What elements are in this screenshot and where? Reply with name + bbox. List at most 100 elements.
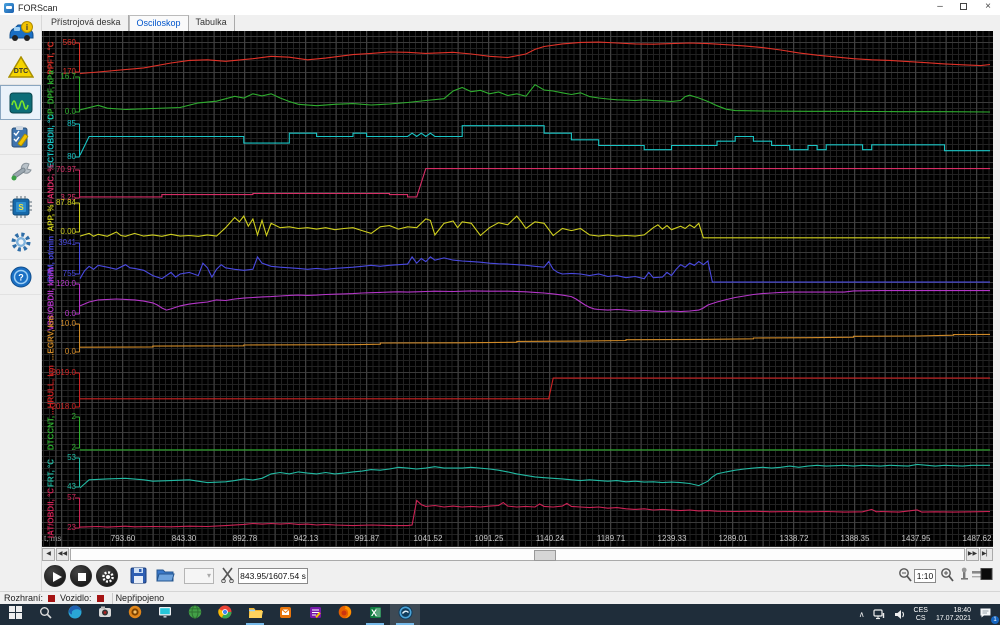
open-button[interactable] [156, 567, 175, 588]
interface-label: Rozhraní: [4, 593, 43, 603]
channel-min-value: 0.0 [42, 347, 76, 356]
configuration-icon: S [9, 196, 33, 218]
sidebar-button-help[interactable]: ? [0, 260, 41, 295]
taskbar-firefox-button[interactable] [330, 604, 360, 625]
interface-status-icon [48, 595, 55, 602]
zoom-in-button[interactable] [940, 567, 954, 587]
search-icon [39, 606, 52, 624]
oscilloscope-traces [42, 31, 993, 547]
taskbar-explorer-button[interactable] [240, 604, 270, 625]
channel-min-value: 2018.0 [42, 402, 76, 411]
sidebar-button-dtc[interactable]: DTC [0, 50, 41, 85]
x-axis-tick: 991.87 [355, 534, 379, 543]
tab-dashboard[interactable]: Přístrojová deska [44, 15, 129, 31]
taskbar-gauge-app-button[interactable] [120, 604, 150, 625]
stop-button[interactable] [70, 565, 92, 587]
network-icon[interactable] [869, 604, 890, 625]
scroll-left-icon[interactable]: ◀ [42, 548, 55, 561]
channel-min-value: 23 [42, 523, 76, 532]
service-icon [9, 161, 33, 183]
svg-text:S: S [18, 203, 24, 212]
taskbar-excel-button[interactable]: X [360, 604, 390, 625]
channel-max-value: 70.97 [42, 165, 76, 174]
pin-button[interactable] [958, 567, 970, 587]
scroll-right-icon[interactable]: ▶▏ [980, 548, 993, 561]
time-scrollbar: ◀ ◀◀ ▶▶ ▶▏ [42, 548, 993, 562]
channel-max-value: 560 [42, 38, 76, 47]
tab-table[interactable]: Tabulka [189, 15, 235, 31]
titlebar: FORScan – × [0, 0, 1000, 15]
notification-button[interactable]: 1 [975, 604, 996, 625]
play-button[interactable] [44, 565, 66, 587]
status-bar: Rozhraní: Vozidlo: Nepřipojeno [0, 591, 1000, 604]
scrollbar-thumb[interactable] [534, 550, 556, 561]
x-axis-tick: 1388.35 [841, 534, 870, 543]
taskbar-search-button[interactable] [30, 604, 60, 625]
zoom-out-button[interactable] [898, 567, 912, 587]
trim-button[interactable] [220, 567, 235, 588]
tab-oscilloscope[interactable]: Osciloskop [129, 15, 189, 31]
taskbar-globe-app-button[interactable] [180, 604, 210, 625]
display-app-icon [158, 605, 172, 624]
tests-icon [9, 126, 33, 148]
taskbar: X ∧ CES CS 18:40 17.07.2021 1 [0, 604, 1000, 625]
x-axis-tick: 942.13 [294, 534, 318, 543]
scroll-right-fast-icon[interactable]: ▶▶ [966, 548, 979, 561]
channel-min-value: 2 [42, 443, 76, 452]
speaker-icon[interactable] [890, 604, 910, 625]
sidebar-button-settings[interactable] [0, 225, 41, 260]
taskbar-notes-app-button[interactable] [300, 604, 330, 625]
sidebar: iDTC S? [0, 15, 42, 591]
channel-max-value: 57 [42, 493, 76, 502]
camera-app-icon [98, 605, 112, 624]
excel-icon: X [369, 606, 382, 624]
svg-text:?: ? [18, 273, 24, 283]
scrollbar-track[interactable] [70, 548, 965, 561]
minimize-button[interactable]: – [928, 0, 952, 15]
window-title: FORScan [18, 3, 58, 13]
notification-icon [979, 606, 992, 624]
channel-max-value: 16.7 [42, 72, 76, 81]
zoom-ratio-field[interactable]: 1:10 [914, 569, 936, 583]
close-button[interactable]: × [976, 0, 1000, 15]
format-select[interactable] [184, 568, 214, 584]
save-button[interactable] [130, 567, 147, 589]
x-axis-tick: 1140.24 [536, 534, 564, 543]
sidebar-button-configuration[interactable]: S [0, 190, 41, 225]
background-color-button[interactable] [980, 567, 993, 586]
x-axis-tick: 1289.01 [719, 534, 748, 543]
taskbar-chrome-button[interactable] [210, 604, 240, 625]
settings-icon [9, 231, 33, 253]
maximize-button[interactable] [952, 0, 976, 15]
sidebar-button-tests[interactable] [0, 120, 41, 155]
language-indicator[interactable]: CES CS [910, 604, 932, 625]
edge-icon [68, 605, 82, 624]
time-position-field[interactable]: 843.95/1607.54 s [238, 568, 308, 584]
taskbar-office-button[interactable] [270, 604, 300, 625]
x-axis-tick: 1239.33 [658, 534, 687, 543]
channel-min-value: 80 [42, 152, 76, 161]
oscilloscope[interactable]: t, ms PPFT, °C560170DP_DPF, kPa16.70.0EC… [42, 31, 993, 547]
tray-chevron-icon[interactable]: ∧ [855, 604, 869, 625]
record-settings-button[interactable] [96, 565, 118, 587]
channel-max-value: 85 [42, 119, 76, 128]
taskbar-display-app-button[interactable] [150, 604, 180, 625]
clock[interactable]: 18:40 17.07.2021 [932, 604, 975, 625]
scroll-left-fast-icon[interactable]: ◀◀ [56, 548, 69, 561]
taskbar-start-button[interactable] [0, 604, 30, 625]
channel-max-value: 2019.0 [42, 368, 76, 377]
office-icon [279, 606, 292, 624]
taskbar-forscan-button[interactable] [390, 604, 420, 625]
taskbar-camera-app-button[interactable] [90, 604, 120, 625]
taskbar-edge-button[interactable] [60, 604, 90, 625]
connection-status: Nepřipojeno [116, 593, 165, 603]
sidebar-button-vehicle-info[interactable]: i [0, 15, 41, 50]
x-axis-tick: 1437.95 [902, 534, 931, 543]
notes-app-icon [309, 606, 322, 624]
channel-min-value: 0.00 [42, 227, 76, 236]
x-axis-tick: 1189.71 [597, 534, 625, 543]
status-divider [112, 593, 113, 604]
sidebar-button-oscilloscope[interactable] [0, 85, 41, 120]
sidebar-button-service[interactable] [0, 155, 41, 190]
x-axis-tick: 1041.52 [414, 534, 443, 543]
